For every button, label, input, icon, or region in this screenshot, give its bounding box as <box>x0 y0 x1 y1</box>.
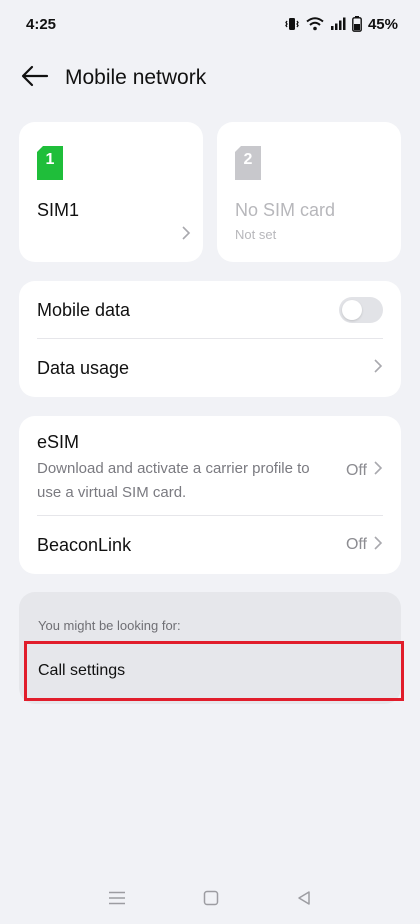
suggestions-heading: You might be looking for: <box>38 618 181 633</box>
chevron-right-icon <box>373 460 383 481</box>
mobile-data-label: Mobile data <box>37 299 131 320</box>
esim-description: Download and activate a carrier profile … <box>37 460 310 501</box>
data-usage-row[interactable]: Data usage <box>19 339 401 397</box>
suggestions-card: You might be looking for: Call settings <box>19 592 401 704</box>
beaconlink-label: BeaconLink <box>37 534 132 555</box>
arrow-left-icon <box>21 65 49 92</box>
beaconlink-value-group: Off <box>346 535 383 556</box>
status-icons: 45% <box>284 16 398 33</box>
status-bar: 4:25 45% <box>0 0 420 48</box>
signal-icon <box>330 17 346 31</box>
battery-icon <box>352 16 362 32</box>
menu-icon[interactable] <box>108 891 126 910</box>
battery-percent: 45% <box>367 15 398 33</box>
mobile-data-row[interactable]: Mobile data <box>19 281 401 339</box>
sim2-status: Not set <box>235 227 277 242</box>
beaconlink-row[interactable]: BeaconLink Off <box>19 516 401 574</box>
esim-text: eSIM Download and activate a carrier pro… <box>37 432 327 505</box>
system-nav-bar <box>0 880 420 920</box>
esim-label: eSIM <box>37 432 80 452</box>
beaconlink-value: Off <box>345 536 367 553</box>
back-triangle-icon[interactable] <box>296 890 312 911</box>
call-settings-label: Call settings <box>38 662 126 679</box>
sim2-card[interactable]: 2 No SIM card Not set <box>217 122 401 262</box>
esim-value: Off <box>345 461 367 479</box>
sim2-number: 2 <box>243 151 253 168</box>
data-usage-label: Data usage <box>37 357 130 378</box>
sim1-card[interactable]: 1 SIM1 <box>19 122 203 262</box>
status-time: 4:25 <box>26 15 57 33</box>
esim-value-group: Off <box>346 460 383 481</box>
back-button[interactable] <box>18 61 52 95</box>
esim-row[interactable]: eSIM Download and activate a carrier pro… <box>19 416 401 516</box>
sim1-number: 1 <box>45 151 55 168</box>
home-square-icon[interactable] <box>203 890 219 911</box>
chevron-right-icon <box>373 535 383 556</box>
sim2-name: No SIM card <box>235 200 336 220</box>
sim1-badge-icon: 1 <box>37 146 63 180</box>
wifi-icon <box>306 17 324 31</box>
toggle-knob <box>342 300 362 320</box>
mobile-data-toggle[interactable] <box>339 297 383 323</box>
call-settings-item[interactable]: Call settings <box>25 643 401 699</box>
sim1-name: SIM1 <box>37 200 80 220</box>
page-title: Mobile network <box>65 66 207 89</box>
vibrate-icon <box>284 16 300 32</box>
sim2-badge-icon: 2 <box>235 146 261 180</box>
chevron-right-icon <box>181 225 191 246</box>
data-settings-card: Mobile data Data usage <box>19 281 401 397</box>
esim-card: eSIM Download and activate a carrier pro… <box>19 416 401 574</box>
chevron-right-icon <box>373 358 383 379</box>
app-header: Mobile network <box>0 56 420 100</box>
